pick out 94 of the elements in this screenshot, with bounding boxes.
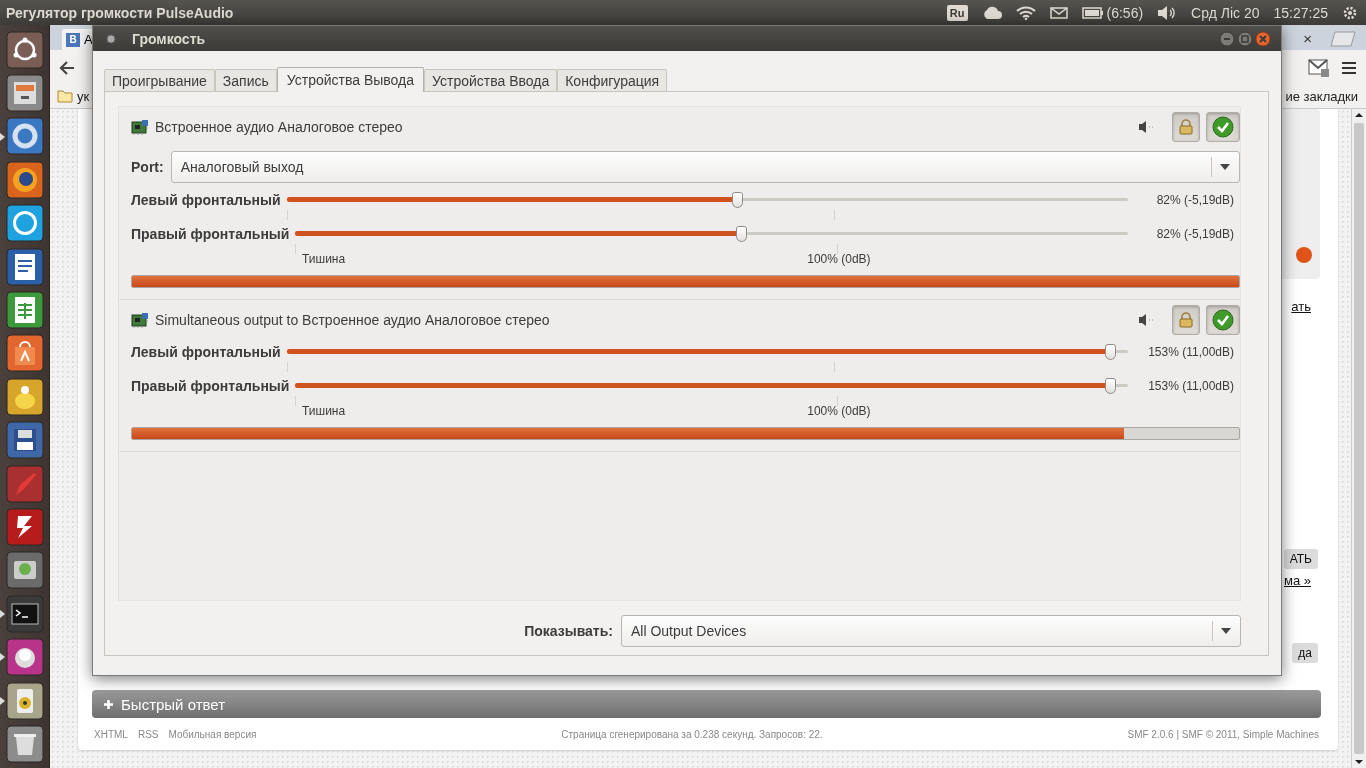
tab-title: А — [84, 32, 93, 47]
mail-icon[interactable] — [1308, 57, 1330, 78]
maximize-button[interactable] — [1237, 30, 1253, 47]
channel-label: Левый фронтальный — [131, 192, 281, 208]
volume-slider[interactable] — [286, 344, 1128, 372]
minimize-button[interactable] — [1219, 30, 1235, 47]
date-text[interactable]: Срд Ліс 20 — [1191, 4, 1260, 21]
channel-label: Левый фронтальный — [131, 344, 281, 360]
drive-icon[interactable] — [5, 551, 44, 590]
port-dropdown[interactable]: Аналоговый выход — [170, 151, 1240, 183]
device-name: Simultaneous output to Встроенное аудио Аналоговое стерео — [155, 312, 550, 328]
speaker-icon[interactable] — [1157, 5, 1178, 20]
sound-card-icon — [131, 119, 149, 135]
speaker-icon[interactable] — [5, 681, 44, 720]
window-title: Регулятор громкости PulseAudio — [6, 4, 234, 21]
sound-card-icon — [131, 312, 149, 328]
footer-copyright: SMF 2.0.6 | SMF © 2011, Simple Machines — [1127, 728, 1319, 740]
checkmark-icon — [1212, 116, 1234, 138]
scale-label: 100% (0dB) — [807, 252, 871, 266]
bolt-icon[interactable] — [5, 508, 44, 546]
battery-icon[interactable] — [1081, 6, 1104, 19]
battery-time: (6:56) — [1106, 4, 1144, 21]
quick-reply-title: Быстрый ответ — [121, 695, 226, 713]
volume-slider[interactable] — [295, 378, 1128, 406]
spreadsheet-icon[interactable] — [5, 291, 44, 330]
keyboard-layout-indicator[interactable]: Ru — [946, 4, 968, 21]
padlock-icon — [1179, 312, 1193, 328]
drawer-icon[interactable] — [5, 74, 44, 113]
page-link[interactable]: ма » — [1284, 573, 1311, 588]
quick-reply-bar[interactable]: Быстрый ответ — [92, 690, 1321, 718]
site-favicon: В — [66, 32, 80, 47]
scale-label: Тишина — [302, 404, 346, 418]
tab[interactable]: Устройства Ввода — [424, 69, 558, 91]
terminal-icon[interactable] — [5, 594, 44, 633]
volume-reading: 153% (11,00dB) — [1147, 345, 1234, 359]
footer-generation-text: Страница сгенерирована за 0.238 секунд. Запросов: 22. — [561, 728, 823, 740]
footer-link[interactable]: RSS — [137, 728, 159, 740]
window-icon — [106, 33, 116, 44]
menu-icon[interactable] — [1342, 61, 1356, 74]
clock-text[interactable]: 15:27:25 — [1273, 4, 1328, 21]
port-label: Port: — [131, 159, 164, 175]
tab[interactable]: Проигрывание — [104, 69, 215, 91]
show-label: Показывать: — [524, 623, 613, 639]
footer-link[interactable]: Мобильная версия — [168, 728, 257, 740]
caret-icon — [1221, 628, 1231, 634]
speaker-icon[interactable] — [1138, 120, 1154, 134]
slider-thumb[interactable] — [731, 192, 743, 208]
dialog-title: Громкость — [132, 30, 206, 47]
slider-thumb[interactable] — [735, 226, 747, 242]
volume-reading: 153% (11,00dB) — [1147, 379, 1234, 393]
floppy-icon[interactable] — [5, 421, 44, 460]
bookmark-folder[interactable]: ук — [77, 89, 90, 104]
page-link[interactable]: ать — [1291, 299, 1311, 314]
ring-icon[interactable] — [5, 117, 44, 156]
page-button[interactable]: АТЬ — [1283, 549, 1318, 569]
back-arrow-icon[interactable] — [59, 60, 75, 75]
set-default-button[interactable] — [1206, 305, 1240, 335]
globe-icon[interactable] — [5, 160, 44, 199]
folder-icon — [57, 90, 73, 103]
volume-reading: 82% (-5,19dB) — [1155, 227, 1234, 241]
volume-reading: 82% (-5,19dB) — [1155, 193, 1234, 207]
page-button[interactable]: да — [1292, 643, 1318, 663]
gear-icon[interactable] — [1342, 4, 1358, 21]
scrollbar[interactable] — [1351, 109, 1366, 768]
tab[interactable]: Устройства Вывода — [276, 67, 424, 92]
envelope-icon[interactable] — [1049, 6, 1068, 19]
cloud-icon[interactable] — [981, 6, 1002, 19]
trash-icon[interactable] — [5, 724, 44, 763]
scale-label: 100% (0dB) — [807, 404, 871, 418]
other-bookmarks[interactable]: ие закладки — [1285, 89, 1358, 104]
tab[interactable]: Запись — [214, 69, 277, 91]
slider-thumb[interactable] — [1105, 344, 1117, 360]
tab[interactable]: Конфигурация — [557, 69, 668, 91]
channel-label: Правый фронтальный — [131, 378, 290, 394]
document-icon[interactable] — [5, 247, 44, 286]
tab-close-button[interactable]: × — [1303, 30, 1312, 47]
slider-thumb[interactable] — [1105, 378, 1117, 394]
volume-slider[interactable] — [286, 192, 1128, 220]
wifi-icon[interactable] — [1015, 5, 1036, 20]
volume-slider[interactable] — [295, 226, 1128, 254]
bag-icon[interactable] — [5, 334, 44, 373]
show-dropdown[interactable]: All Output Devices — [621, 615, 1241, 647]
channel-label: Правый фронтальный — [131, 226, 290, 242]
set-default-button[interactable] — [1206, 112, 1240, 142]
knob-icon[interactable] — [5, 638, 44, 677]
speaker-icon[interactable] — [1138, 313, 1154, 327]
device-name: Встроенное аудио Аналоговое стерео — [155, 119, 403, 135]
close-button[interactable] — [1255, 30, 1271, 47]
footer-link[interactable]: XHTML — [94, 728, 128, 740]
caret-icon — [1220, 164, 1230, 170]
checkmark-icon — [1212, 309, 1234, 331]
scale-label: Тишина — [302, 252, 346, 266]
plus-icon — [104, 699, 113, 709]
padlock-icon — [1179, 119, 1193, 135]
